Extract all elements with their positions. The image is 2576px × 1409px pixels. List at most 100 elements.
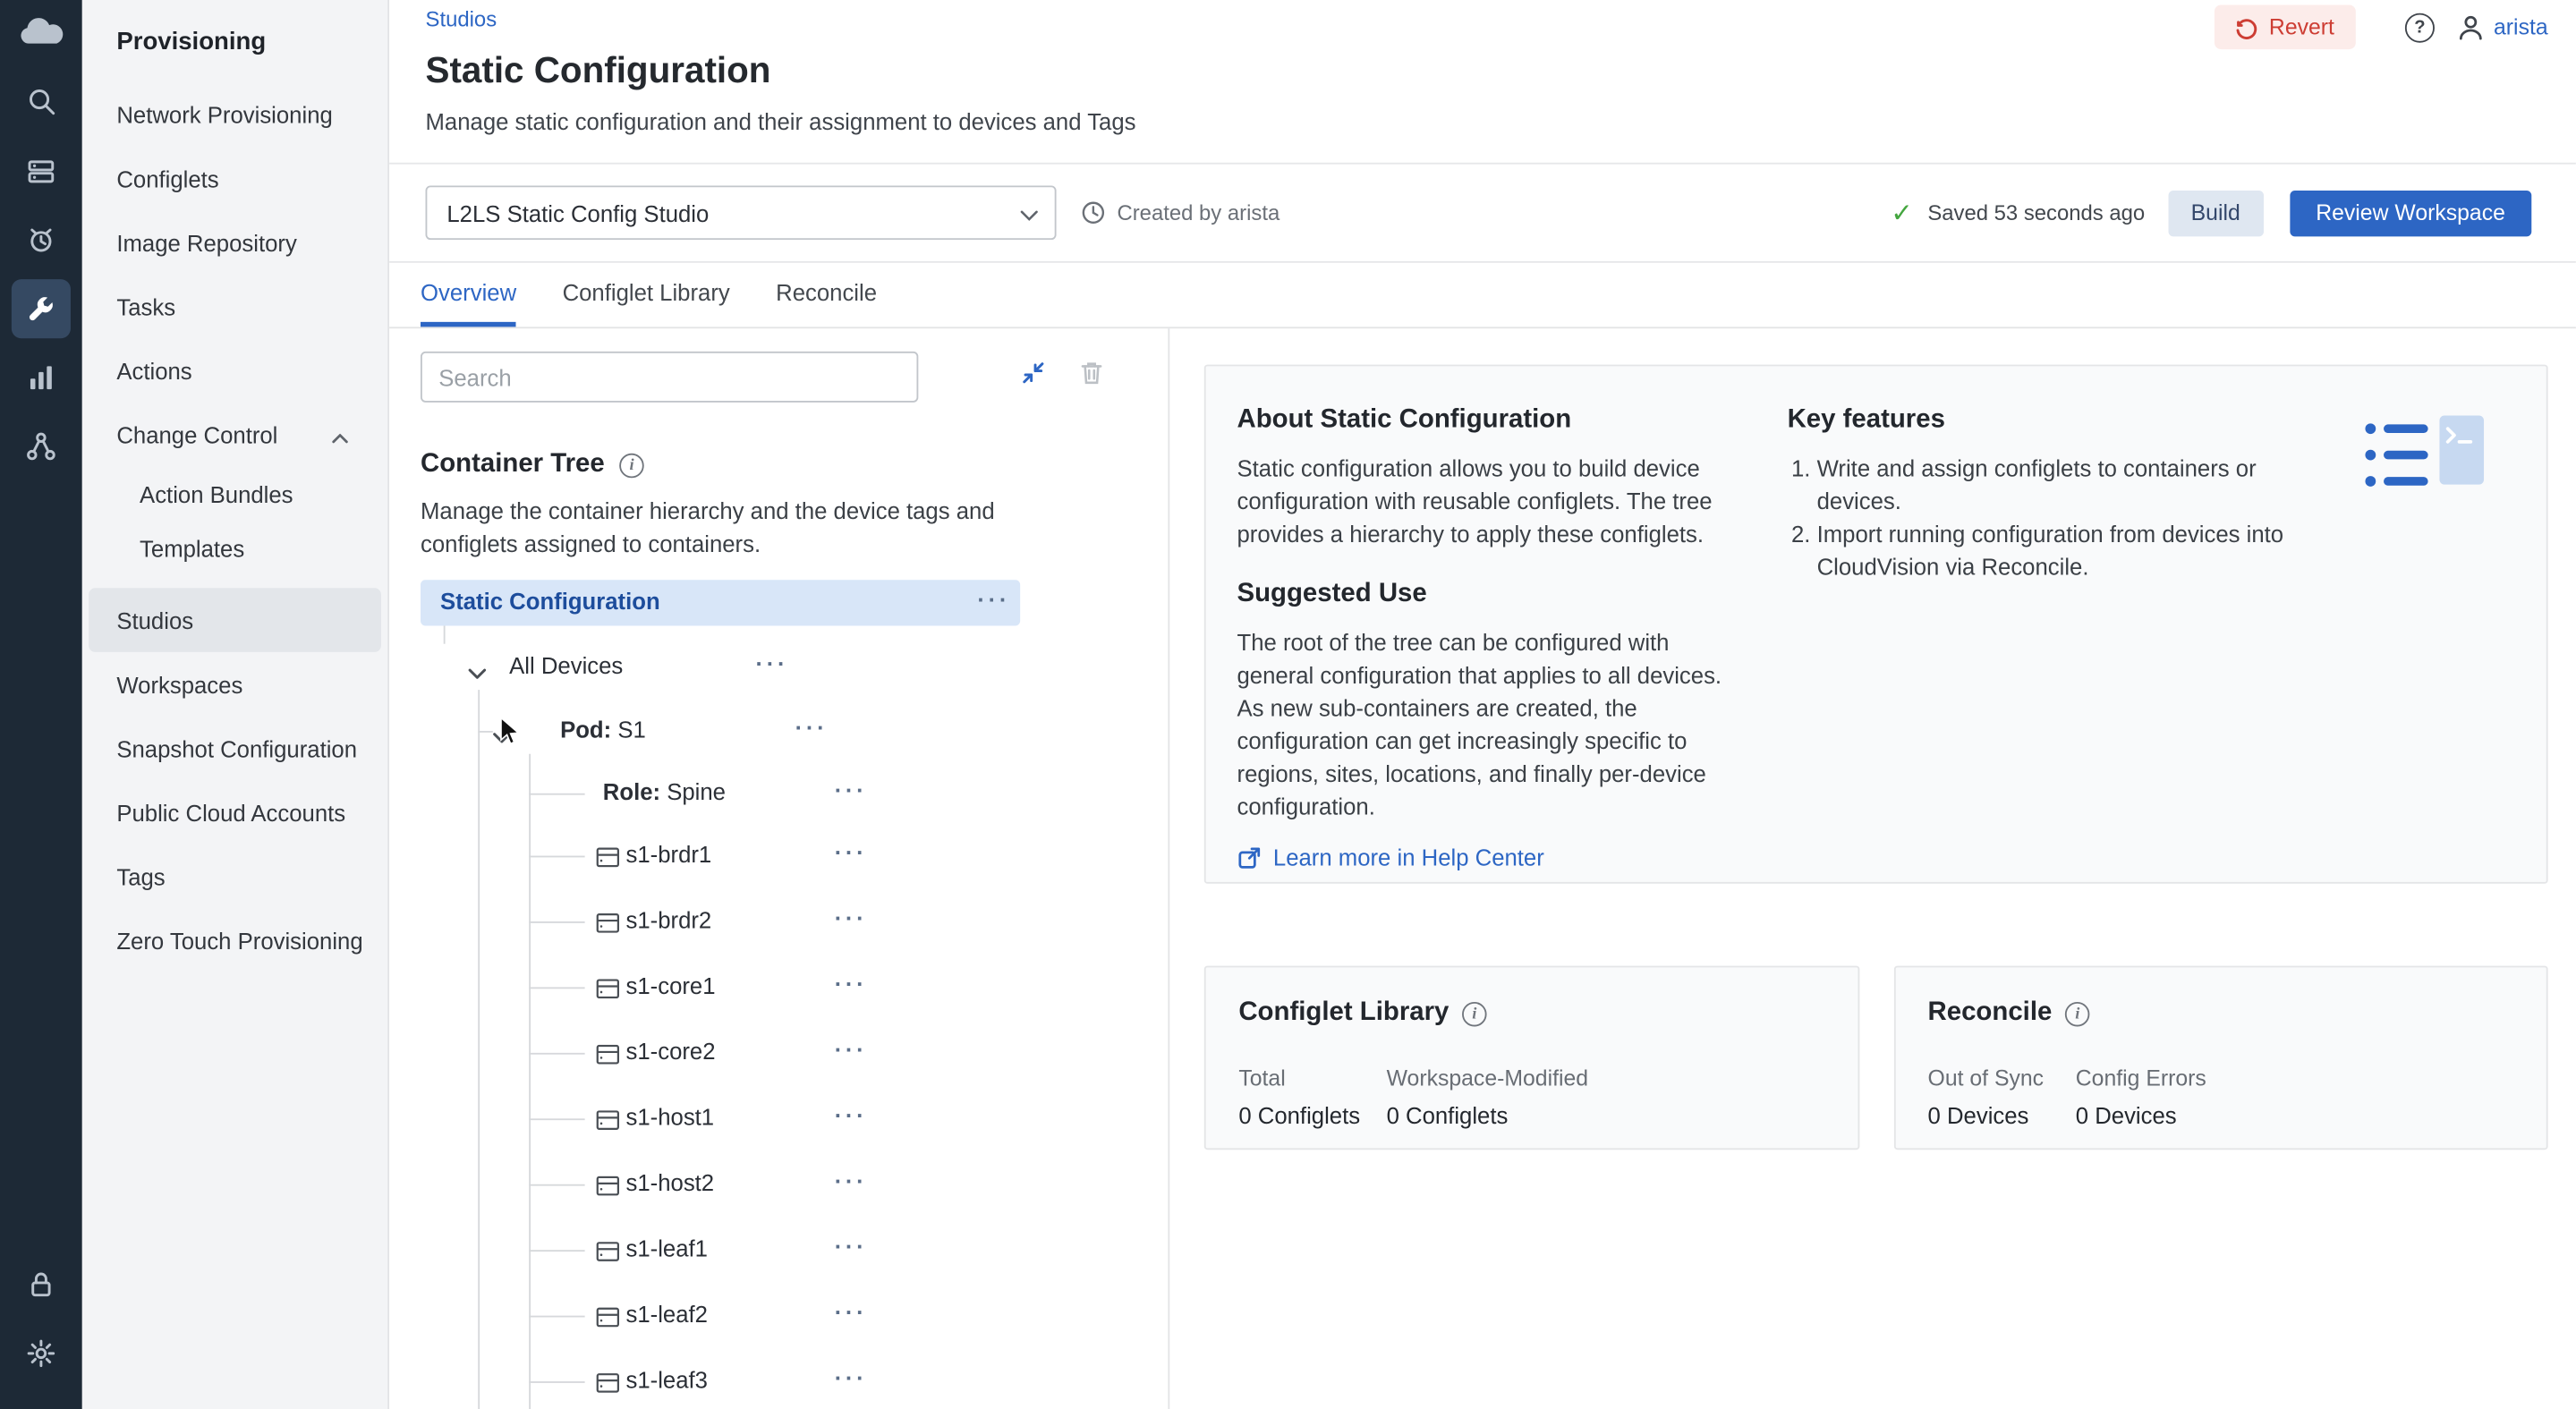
sidebar-item-image-repository[interactable]: Image Repository	[89, 210, 381, 275]
device-icon	[596, 1043, 619, 1073]
device-icon	[596, 977, 619, 1006]
about-title: About Static Configuration	[1237, 405, 1747, 435]
sidebar-item-action-bundles[interactable]: Action Bundles	[89, 466, 381, 521]
breadcrumb-studios[interactable]: Studios	[426, 6, 497, 31]
cloudvision-logo-icon[interactable]	[12, 4, 71, 63]
overflow-menu-icon[interactable]: ···	[835, 1234, 868, 1260]
revert-button[interactable]: Revert	[2215, 5, 2355, 50]
help-icon[interactable]: ?	[2405, 13, 2435, 42]
overview-panel: About Static Configuration Static config…	[1169, 328, 2576, 1409]
help-center-link[interactable]: Learn more in Help Center	[1237, 845, 1747, 870]
user-menu[interactable]: arista	[2456, 13, 2548, 42]
provisioning-icon[interactable]	[12, 279, 71, 338]
overflow-menu-icon[interactable]: ···	[835, 905, 868, 931]
reconcile-title: Reconcile	[1928, 998, 2053, 1028]
sidebar-item-configlets[interactable]: Configlets	[89, 146, 381, 210]
devices-icon[interactable]	[12, 141, 71, 200]
studio-select[interactable]: L2LS Static Config Studio	[426, 185, 1057, 240]
tree-device-row[interactable]: s1-core1 ···	[421, 964, 1020, 1010]
sidebar-item-network-provisioning[interactable]: Network Provisioning	[89, 82, 381, 147]
collapse-all-icon[interactable]	[1020, 360, 1046, 395]
tree-row-all-devices[interactable]: All Devices ···	[421, 644, 1020, 690]
key-feature-item: Import running configuration from device…	[1817, 517, 2297, 582]
tab-overview[interactable]: Overview	[421, 263, 516, 327]
device-icon	[596, 912, 619, 941]
tree-device-row[interactable]: s1-host2 ···	[421, 1161, 1020, 1207]
overflow-menu-icon[interactable]: ···	[835, 777, 868, 802]
tree-root-row[interactable]: Static Configuration ···	[421, 580, 1020, 625]
overflow-menu-icon[interactable]: ···	[835, 839, 868, 865]
info-icon[interactable]: i	[619, 453, 644, 478]
sidebar-item-change-control[interactable]: Change Control	[89, 403, 381, 467]
device-icon	[596, 846, 619, 876]
save-status: ✓ Saved 53 seconds ago	[1891, 196, 2145, 229]
overflow-menu-icon[interactable]: ···	[756, 650, 789, 676]
app-window: Provisioning Network Provisioning Config…	[0, 0, 2576, 1409]
tree-row-role-spine[interactable]: Role: Spine ···	[421, 770, 1020, 816]
stat-total: Total 0 Configlets	[1238, 1066, 1386, 1129]
sidebar-item-templates[interactable]: Templates	[89, 521, 381, 575]
tab-reconcile[interactable]: Reconcile	[776, 263, 877, 327]
chevron-down-icon[interactable]	[468, 658, 486, 688]
tree-device-row[interactable]: s1-leaf3 ···	[421, 1358, 1020, 1404]
overflow-menu-icon[interactable]: ···	[835, 1167, 868, 1193]
container-tree: Static Configuration ··· All Devices ···	[421, 580, 1168, 1409]
tree-row-pod-s1[interactable]: Pod: S1 ···	[421, 708, 1020, 753]
device-icon	[596, 1371, 619, 1401]
sidebar-item-public-cloud-accounts[interactable]: Public Cloud Accounts	[89, 780, 381, 845]
search-input[interactable]	[421, 352, 918, 403]
review-workspace-button[interactable]: Review Workspace	[2290, 190, 2531, 235]
tree-root-label: Static Configuration	[440, 588, 660, 614]
metrics-icon[interactable]	[12, 348, 71, 407]
device-icon	[596, 1306, 619, 1336]
build-button[interactable]: Build	[2168, 190, 2264, 235]
overflow-menu-icon[interactable]: ···	[835, 1102, 868, 1128]
overflow-menu-icon[interactable]: ···	[835, 1365, 868, 1391]
overflow-menu-icon[interactable]: ···	[835, 971, 868, 997]
search-icon[interactable]	[12, 72, 71, 132]
delete-icon[interactable]	[1079, 360, 1104, 395]
sidebar-item-tags[interactable]: Tags	[89, 845, 381, 909]
device-icon	[596, 1175, 619, 1204]
configlet-library-card: Configlet Library i Total 0 Configlets W…	[1204, 966, 1859, 1150]
check-icon: ✓	[1891, 196, 1913, 229]
device-icon	[596, 1108, 619, 1138]
device-icon	[596, 1240, 619, 1269]
studio-bar: L2LS Static Config Studio Created by ari…	[389, 165, 2576, 263]
overflow-menu-icon[interactable]: ···	[977, 586, 1010, 612]
sidebar-item-workspaces[interactable]: Workspaces	[89, 652, 381, 717]
overflow-menu-icon[interactable]: ···	[795, 715, 829, 741]
tree-device-row[interactable]: s1-leaf2 ···	[421, 1293, 1020, 1338]
tree-device-row[interactable]: s1-brdr2 ···	[421, 898, 1020, 944]
page-header: Studios Static Configuration Manage stat…	[389, 0, 2576, 165]
tree-device-row[interactable]: s1-brdr1 ···	[421, 833, 1020, 879]
tab-configlet-library[interactable]: Configlet Library	[563, 263, 730, 327]
key-features-list: Write and assign configlets to container…	[1788, 452, 2297, 583]
events-icon[interactable]	[12, 210, 71, 269]
tree-device-row[interactable]: s1-core2 ···	[421, 1030, 1020, 1075]
topology-icon[interactable]	[12, 417, 71, 476]
container-tree-panel: Container Tree i Manage the container hi…	[389, 328, 1169, 1409]
overflow-menu-icon[interactable]: ···	[835, 1037, 868, 1063]
key-feature-item: Write and assign configlets to container…	[1817, 452, 2297, 517]
icon-rail	[0, 0, 82, 1409]
lock-icon[interactable]	[12, 1255, 71, 1314]
sidebar-item-zero-touch-provisioning[interactable]: Zero Touch Provisioning	[89, 908, 381, 972]
sidebar-item-studios[interactable]: Studios	[89, 588, 381, 652]
undo-icon	[2236, 15, 2259, 38]
sidebar-item-actions[interactable]: Actions	[89, 338, 381, 403]
about-card: About Static Configuration Static config…	[1204, 365, 2548, 884]
container-tree-description: Manage the container hierarchy and the d…	[421, 495, 1077, 560]
settings-gear-icon[interactable]	[12, 1324, 71, 1383]
page-subtitle: Manage static configuration and their as…	[426, 108, 1136, 134]
tree-device-row[interactable]: s1-host1 ···	[421, 1096, 1020, 1142]
sidebar-item-tasks[interactable]: Tasks	[89, 275, 381, 339]
overflow-menu-icon[interactable]: ···	[835, 1299, 868, 1325]
sidebar-item-snapshot-configuration[interactable]: Snapshot Configuration	[89, 716, 381, 780]
chevron-up-icon	[332, 421, 348, 447]
info-icon[interactable]: i	[1462, 1001, 1487, 1026]
stat-workspace-modified: Workspace-Modified 0 Configlets	[1387, 1066, 1588, 1129]
tree-device-row[interactable]: s1-leaf1 ···	[421, 1227, 1020, 1272]
info-icon[interactable]: i	[2065, 1001, 2090, 1026]
container-tree-title: Container Tree	[421, 450, 605, 480]
